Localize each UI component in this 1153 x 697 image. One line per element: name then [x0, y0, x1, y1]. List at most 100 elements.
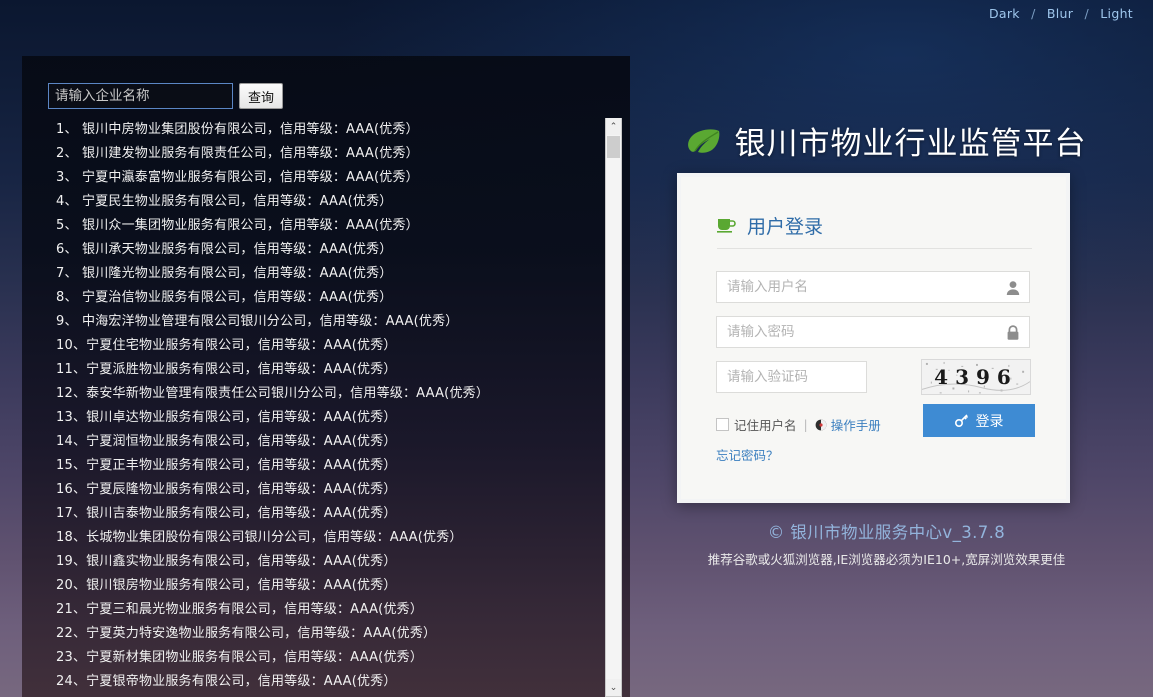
leaf-icon [687, 128, 721, 154]
theme-separator-2: / [1082, 6, 1093, 21]
list-item-company-name: 银川隆光物业服务有限公司 [82, 266, 240, 281]
list-item[interactable]: 17、银川吉泰物业服务有限公司，信用等级：AAA(优秀） [56, 502, 630, 526]
list-item-company-name: 长城物业集团股份有限公司银川分公司 [86, 530, 310, 545]
list-item-credit-rating: ，信用等级：AAA(优秀） [245, 578, 397, 593]
password-input[interactable] [717, 317, 1029, 347]
forgot-password-link[interactable]: 忘记密码？ [716, 445, 779, 464]
login-button[interactable]: 登录 [923, 404, 1035, 437]
username-input[interactable] [717, 272, 1029, 302]
captcha-input[interactable] [717, 362, 866, 392]
list-item[interactable]: 20、银川银房物业服务有限公司，信用等级：AAA(优秀） [56, 574, 630, 598]
login-button-label: 登录 [976, 411, 1004, 431]
list-item-credit-rating: ，信用等级：AAA(优秀） [245, 410, 397, 425]
company-list-scroll-area[interactable]: 1、银川中房物业集团股份有限公司，信用等级：AAA(优秀）2、银川建发物业服务有… [22, 118, 630, 697]
list-item-index: 24、 [56, 670, 86, 694]
login-card: 用户登录 [677, 173, 1070, 503]
list-item-credit-rating: ，信用等级：AAA(优秀） [311, 530, 463, 545]
manual-link[interactable]: 操作手册 [831, 415, 881, 434]
list-item-credit-rating: ，信用等级：AAA(优秀） [245, 458, 397, 473]
list-item[interactable]: 15、宁夏正丰物业服务有限公司，信用等级：AAA(优秀） [56, 454, 630, 478]
list-item[interactable]: 6、银川承天物业服务有限公司，信用等级：AAA(优秀） [56, 238, 630, 262]
list-item-index: 12、 [56, 382, 86, 406]
list-item[interactable]: 3、宁夏中瀛泰富物业服务有限公司，信用等级：AAA(优秀） [56, 166, 630, 190]
list-item-credit-rating: ，信用等级：AAA(优秀） [267, 170, 419, 185]
list-item-company-name: 银川吉泰物业服务有限公司 [86, 506, 244, 521]
list-item[interactable]: 4、宁夏民生物业服务有限公司，信用等级：AAA(优秀） [56, 190, 630, 214]
list-item-credit-rating: ，信用等级：AAA(优秀） [245, 674, 397, 689]
list-item[interactable]: 2、银川建发物业服务有限责任公司，信用等级：AAA(优秀） [56, 142, 630, 166]
list-item-index: 4、 [56, 190, 82, 214]
scroll-up-arrow-icon[interactable]: ⌃ [606, 118, 621, 135]
list-item[interactable]: 14、宁夏润恒物业服务有限公司，信用等级：AAA(优秀） [56, 430, 630, 454]
brand-header: 银川市物业行业监管平台 [620, 118, 1153, 163]
list-item-company-name: 宁夏英力特安逸物业服务有限公司 [86, 626, 284, 641]
heading-divider [717, 248, 1032, 249]
list-item-index: 1、 [56, 118, 82, 142]
list-item[interactable]: 12、泰安华新物业管理有限责任公司银川分公司，信用等级：AAA(优秀） [56, 382, 630, 406]
list-item-index: 11、 [56, 358, 86, 382]
list-item-index: 18、 [56, 526, 86, 550]
list-item-index: 10、 [56, 334, 86, 358]
list-item[interactable]: 10、宁夏住宅物业服务有限公司，信用等级：AAA(优秀） [56, 334, 630, 358]
list-item[interactable]: 21、宁夏三和晨光物业服务有限公司，信用等级：AAA(优秀） [56, 598, 630, 622]
list-item-index: 6、 [56, 238, 82, 262]
list-item-credit-rating: ，信用等级：AAA(优秀） [240, 194, 392, 209]
list-item[interactable]: 19、银川鑫实物业服务有限公司，信用等级：AAA(优秀） [56, 550, 630, 574]
theme-separator-1: / [1028, 6, 1039, 21]
list-item-company-name: 宁夏辰隆物业服务有限公司 [86, 482, 244, 497]
remember-username-label: 记住用户名 [734, 415, 797, 434]
list-item-company-name: 银川卓达物业服务有限公司 [86, 410, 244, 425]
theme-blur-link[interactable]: Blur [1043, 6, 1077, 21]
list-item[interactable]: 13、银川卓达物业服务有限公司，信用等级：AAA(优秀） [56, 406, 630, 430]
list-item-index: 20、 [56, 574, 86, 598]
list-item[interactable]: 5、银川众一集团物业服务有限公司，信用等级：AAA(优秀） [56, 214, 630, 238]
list-item-credit-rating: ，信用等级：AAA(优秀） [245, 482, 397, 497]
list-item[interactable]: 7、银川隆光物业服务有限公司，信用等级：AAA(优秀） [56, 262, 630, 286]
list-item[interactable]: 11、宁夏派胜物业服务有限公司，信用等级：AAA(优秀） [56, 358, 630, 382]
list-item-credit-rating: ，信用等级：AAA(优秀） [267, 218, 419, 233]
list-item[interactable]: 23、宁夏新材集团物业服务有限公司，信用等级：AAA(优秀） [56, 646, 630, 670]
list-item-index: 16、 [56, 478, 86, 502]
captcha-image[interactable]: 4396 [921, 359, 1031, 395]
list-item[interactable]: 16、宁夏辰隆物业服务有限公司，信用等级：AAA(优秀） [56, 478, 630, 502]
list-item-company-name: 银川承天物业服务有限公司 [82, 242, 240, 257]
list-item-company-name: 银川鑫实物业服务有限公司 [86, 554, 244, 569]
copyright-text: © 银川市物业服务中心v_3.7.8 [620, 519, 1153, 543]
scrollbar-thumb[interactable] [607, 136, 620, 158]
key-icon [955, 414, 968, 427]
list-item-company-name: 中海宏洋物业管理有限公司银川分公司 [82, 314, 306, 329]
list-item-index: 19、 [56, 550, 86, 574]
list-item-index: 7、 [56, 262, 82, 286]
list-item[interactable]: 8、宁夏治信物业服务有限公司，信用等级：AAA(优秀） [56, 286, 630, 310]
list-item-index: 8、 [56, 286, 82, 310]
list-item-index: 17、 [56, 502, 86, 526]
list-item-credit-rating: ，信用等级：AAA(优秀） [245, 506, 397, 521]
list-item-company-name: 宁夏住宅物业服务有限公司 [86, 338, 244, 353]
list-item[interactable]: 22、宁夏英力特安逸物业服务有限公司，信用等级：AAA(优秀） [56, 622, 630, 646]
list-item[interactable]: 9、中海宏洋物业管理有限公司银川分公司，信用等级：AAA(优秀） [56, 310, 630, 334]
search-button[interactable]: 查询 [239, 83, 283, 109]
list-item-index: 15、 [56, 454, 86, 478]
theme-dark-link[interactable]: Dark [985, 6, 1024, 21]
list-item-index: 21、 [56, 598, 86, 622]
theme-switcher: Dark / Blur / Light [985, 6, 1137, 21]
remember-username-checkbox[interactable] [716, 418, 729, 431]
list-item[interactable]: 18、长城物业集团股份有限公司银川分公司，信用等级：AAA(优秀） [56, 526, 630, 550]
list-item-company-name: 宁夏润恒物业服务有限公司 [86, 434, 244, 449]
browser-tip-text: 推荐谷歌或火狐浏览器,IE浏览器必须为IE10+,宽屏浏览效果更佳 [620, 549, 1153, 568]
scroll-down-arrow-icon[interactable]: ⌄ [606, 679, 621, 696]
list-item[interactable]: 1、银川中房物业集团股份有限公司，信用等级：AAA(优秀） [56, 118, 630, 142]
company-list-panel: 查询 1、银川中房物业集团股份有限公司，信用等级：AAA(优秀）2、银川建发物业… [22, 56, 630, 697]
search-input[interactable] [48, 83, 233, 109]
list-item-index: 23、 [56, 646, 86, 670]
list-item-credit-rating: ，信用等级：AAA(优秀） [267, 122, 419, 137]
list-item-index: 3、 [56, 166, 82, 190]
theme-light-link[interactable]: Light [1096, 6, 1137, 21]
list-item-credit-rating: ，信用等级：AAA(优秀） [245, 362, 397, 377]
company-list: 1、银川中房物业集团股份有限公司，信用等级：AAA(优秀）2、银川建发物业服务有… [22, 118, 630, 694]
list-item-company-name: 宁夏派胜物业服务有限公司 [86, 362, 244, 377]
list-item-credit-rating: ，信用等级：AAA(优秀） [271, 602, 423, 617]
list-item-credit-rating: ，信用等级：AAA(优秀） [337, 386, 489, 401]
cup-icon [717, 218, 736, 233]
list-item[interactable]: 24、宁夏银帝物业服务有限公司，信用等级：AAA(优秀） [56, 670, 630, 694]
